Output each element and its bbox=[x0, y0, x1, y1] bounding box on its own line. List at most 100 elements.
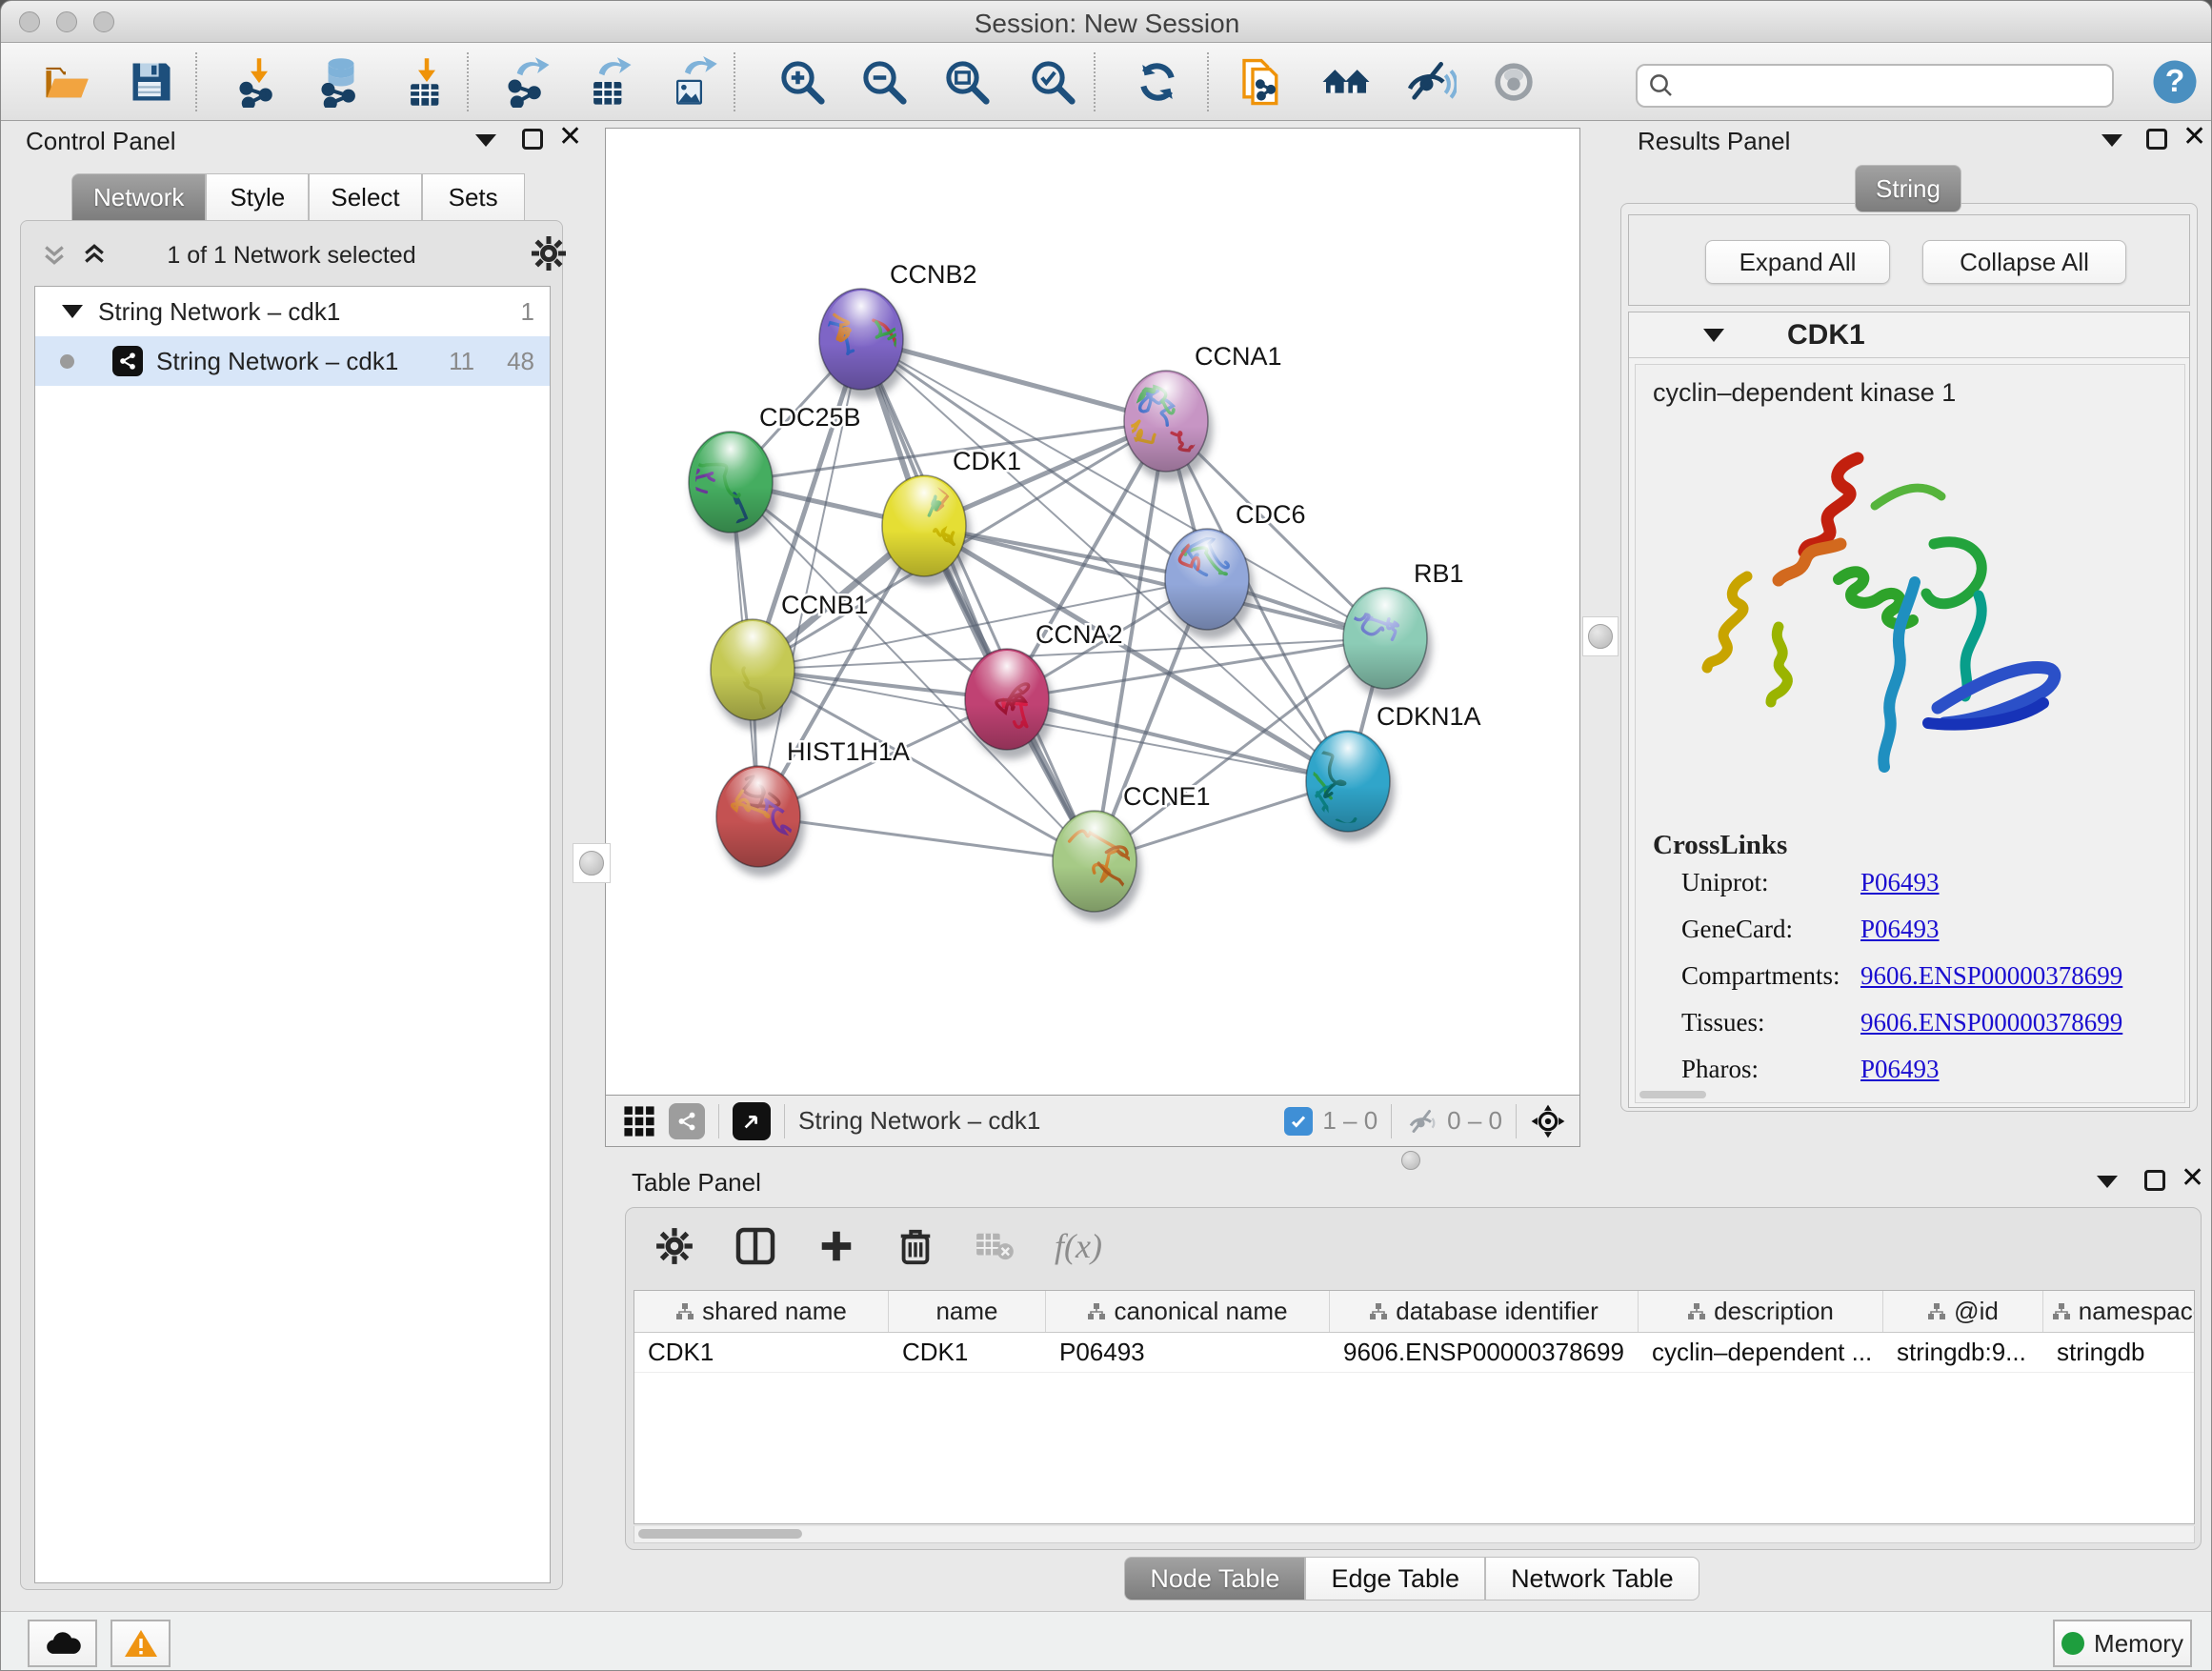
delete-table-icon[interactable] bbox=[975, 1230, 1015, 1262]
tab-sets[interactable]: Sets bbox=[422, 173, 525, 221]
column-header-description[interactable]: description bbox=[1639, 1291, 1883, 1332]
panel-close-icon[interactable]: ✕ bbox=[2182, 127, 2206, 148]
show-hidden-eye-icon[interactable] bbox=[1487, 55, 1540, 109]
export-table-icon[interactable] bbox=[583, 55, 636, 109]
import-table-icon[interactable] bbox=[400, 55, 453, 109]
hide-selected-eye-icon[interactable] bbox=[1403, 55, 1457, 109]
panel-menu-icon[interactable] bbox=[2097, 1176, 2118, 1188]
tab-select[interactable]: Select bbox=[309, 173, 421, 221]
panel-float-icon[interactable] bbox=[2144, 1170, 2165, 1191]
save-session-icon[interactable] bbox=[125, 55, 178, 109]
network-edge-CCNA2-CDKN1A[interactable] bbox=[1007, 699, 1348, 781]
network-edge-HIST1H1A-CCNE1[interactable] bbox=[758, 816, 1095, 861]
main-toolbar: ? bbox=[1, 43, 2212, 121]
section-expander-icon[interactable] bbox=[1703, 329, 1724, 342]
tab-edge-table[interactable]: Edge Table bbox=[1305, 1557, 1485, 1601]
open-session-icon[interactable] bbox=[39, 55, 92, 109]
table-cell[interactable]: CDK1 bbox=[889, 1333, 1046, 1372]
table-cell[interactable]: P06493 bbox=[1046, 1333, 1330, 1372]
right-splitter-handle[interactable] bbox=[1582, 616, 1619, 656]
memory-button[interactable]: Memory bbox=[2053, 1620, 2192, 1667]
search-input[interactable] bbox=[1676, 71, 2102, 100]
table-settings-gear-icon[interactable] bbox=[654, 1226, 694, 1266]
crosslink-link[interactable]: P06493 bbox=[1860, 868, 1940, 897]
network-options-gear-icon[interactable] bbox=[530, 234, 568, 272]
tab-style[interactable]: Style bbox=[206, 173, 309, 221]
zoom-fit-icon[interactable] bbox=[940, 55, 994, 109]
table-cell[interactable]: cyclin–dependent ... bbox=[1639, 1333, 1883, 1372]
panel-close-icon[interactable]: ✕ bbox=[558, 127, 582, 148]
table-hscrollbar-thumb[interactable] bbox=[638, 1529, 802, 1539]
panel-menu-icon[interactable] bbox=[475, 134, 496, 147]
import-network-file-icon[interactable] bbox=[232, 55, 286, 109]
table-cell[interactable]: 9606.ENSP00000378699 bbox=[1330, 1333, 1639, 1372]
network-node-CCNA2[interactable]: CCNA2 bbox=[965, 620, 1123, 759]
network-node-CDC25B[interactable]: CDC25B bbox=[686, 403, 861, 570]
network-node-CCNA1[interactable]: CCNA1 bbox=[1124, 342, 1282, 481]
table-row[interactable]: CDK1CDK1P064939606.ENSP00000378699cyclin… bbox=[634, 1333, 2194, 1373]
network-node-CDC6[interactable]: CDC6 bbox=[1148, 500, 1305, 639]
expand-all-button[interactable]: Expand All bbox=[1705, 240, 1890, 284]
column-header-id[interactable]: @id bbox=[1883, 1291, 2043, 1332]
column-header-sharedname[interactable]: shared name bbox=[634, 1291, 889, 1332]
node-section-header[interactable]: CDK1 bbox=[1629, 312, 2189, 358]
left-splitter-handle[interactable] bbox=[573, 843, 611, 883]
network-node-CCNB2[interactable]: CCNB2 bbox=[804, 260, 976, 399]
search-box[interactable] bbox=[1636, 64, 2114, 108]
table-cell[interactable]: stringdb:9... bbox=[1883, 1333, 2043, 1372]
crosslink-link[interactable]: P06493 bbox=[1860, 915, 1940, 944]
column-header-name[interactable]: name bbox=[889, 1291, 1046, 1332]
panel-float-icon[interactable] bbox=[522, 129, 543, 150]
network-canvas[interactable]: CCNB2CCNA1CDC25BCDK1CDC6RB1CCNB1CCNA2CDK… bbox=[605, 128, 1580, 1096]
export-image-icon[interactable] bbox=[667, 55, 720, 109]
tab-node-table[interactable]: Node Table bbox=[1124, 1557, 1305, 1601]
duplicate-network-icon[interactable] bbox=[1235, 55, 1288, 109]
network-node-CCNE1[interactable]: CCNE1 bbox=[1053, 782, 1211, 921]
panel-close-icon[interactable]: ✕ bbox=[2181, 1168, 2204, 1189]
birds-eye-toggle-icon[interactable] bbox=[1530, 1103, 1566, 1139]
panel-float-icon[interactable] bbox=[2146, 129, 2167, 150]
collapse-all-button[interactable]: Collapse All bbox=[1922, 240, 2126, 284]
import-network-database-icon[interactable] bbox=[314, 55, 368, 109]
show-columns-icon[interactable] bbox=[734, 1225, 776, 1267]
crosslink-link[interactable]: 9606.ENSP00000378699 bbox=[1860, 961, 2122, 991]
selected-checkbox-icon[interactable] bbox=[1284, 1107, 1313, 1136]
column-header-namespace[interactable]: namespace bbox=[2043, 1291, 2195, 1332]
crosslink-link[interactable]: P06493 bbox=[1860, 1055, 1940, 1084]
network-edge-CCNB2-CCNE1[interactable] bbox=[861, 339, 1095, 861]
open-in-window-icon[interactable] bbox=[733, 1102, 771, 1140]
panel-menu-icon[interactable] bbox=[2101, 134, 2122, 147]
export-network-icon[interactable] bbox=[501, 55, 554, 109]
tab-string[interactable]: String bbox=[1855, 165, 1961, 212]
network-node-HIST1H1A[interactable]: HIST1H1A bbox=[716, 737, 910, 876]
tree-expander-icon[interactable] bbox=[62, 305, 83, 318]
network-tree-root-row[interactable]: String Network – cdk1 1 bbox=[35, 287, 550, 336]
zoom-in-icon[interactable] bbox=[775, 55, 829, 109]
warning-status-button[interactable] bbox=[111, 1620, 171, 1667]
help-icon[interactable]: ? bbox=[2148, 55, 2202, 109]
table-hscrollbar[interactable] bbox=[633, 1526, 2195, 1543]
add-column-icon[interactable] bbox=[816, 1226, 856, 1266]
grid-view-icon[interactable] bbox=[623, 1105, 655, 1137]
table-cell[interactable]: stringdb bbox=[2043, 1333, 2195, 1372]
zoom-out-icon[interactable] bbox=[857, 55, 911, 109]
tab-network[interactable]: Network bbox=[71, 173, 206, 221]
delete-column-trash-icon[interactable] bbox=[896, 1226, 935, 1266]
results-scrollbar-thumb[interactable] bbox=[1639, 1091, 1706, 1098]
tab-network-table[interactable]: Network Table bbox=[1485, 1557, 1699, 1601]
column-header-canonicalname[interactable]: canonical name bbox=[1046, 1291, 1330, 1332]
network-node-CDKN1A[interactable]: CDKN1A bbox=[1298, 702, 1480, 841]
function-builder-icon[interactable]: f(x) bbox=[1055, 1226, 1102, 1266]
network-node-RB1[interactable]: RB1 bbox=[1343, 559, 1464, 698]
table-cell[interactable]: CDK1 bbox=[634, 1333, 889, 1372]
home-neighbors-icon[interactable] bbox=[1319, 55, 1373, 109]
zoom-selected-icon[interactable] bbox=[1026, 55, 1079, 109]
network-share-icon[interactable] bbox=[669, 1103, 705, 1139]
crosslink-link[interactable]: 9606.ENSP00000378699 bbox=[1860, 1008, 2122, 1037]
column-header-databaseidentifier[interactable]: database identifier bbox=[1330, 1291, 1639, 1332]
hidden-eye-slash-icon[interactable] bbox=[1405, 1104, 1439, 1138]
network-tree-child-row[interactable]: String Network – cdk1 11 48 bbox=[35, 336, 550, 386]
network-graph[interactable]: CCNB2CCNA1CDC25BCDK1CDC6RB1CCNB1CCNA2CDK… bbox=[606, 129, 1579, 1095]
cloud-status-button[interactable] bbox=[28, 1620, 97, 1667]
refresh-view-icon[interactable] bbox=[1131, 55, 1184, 109]
